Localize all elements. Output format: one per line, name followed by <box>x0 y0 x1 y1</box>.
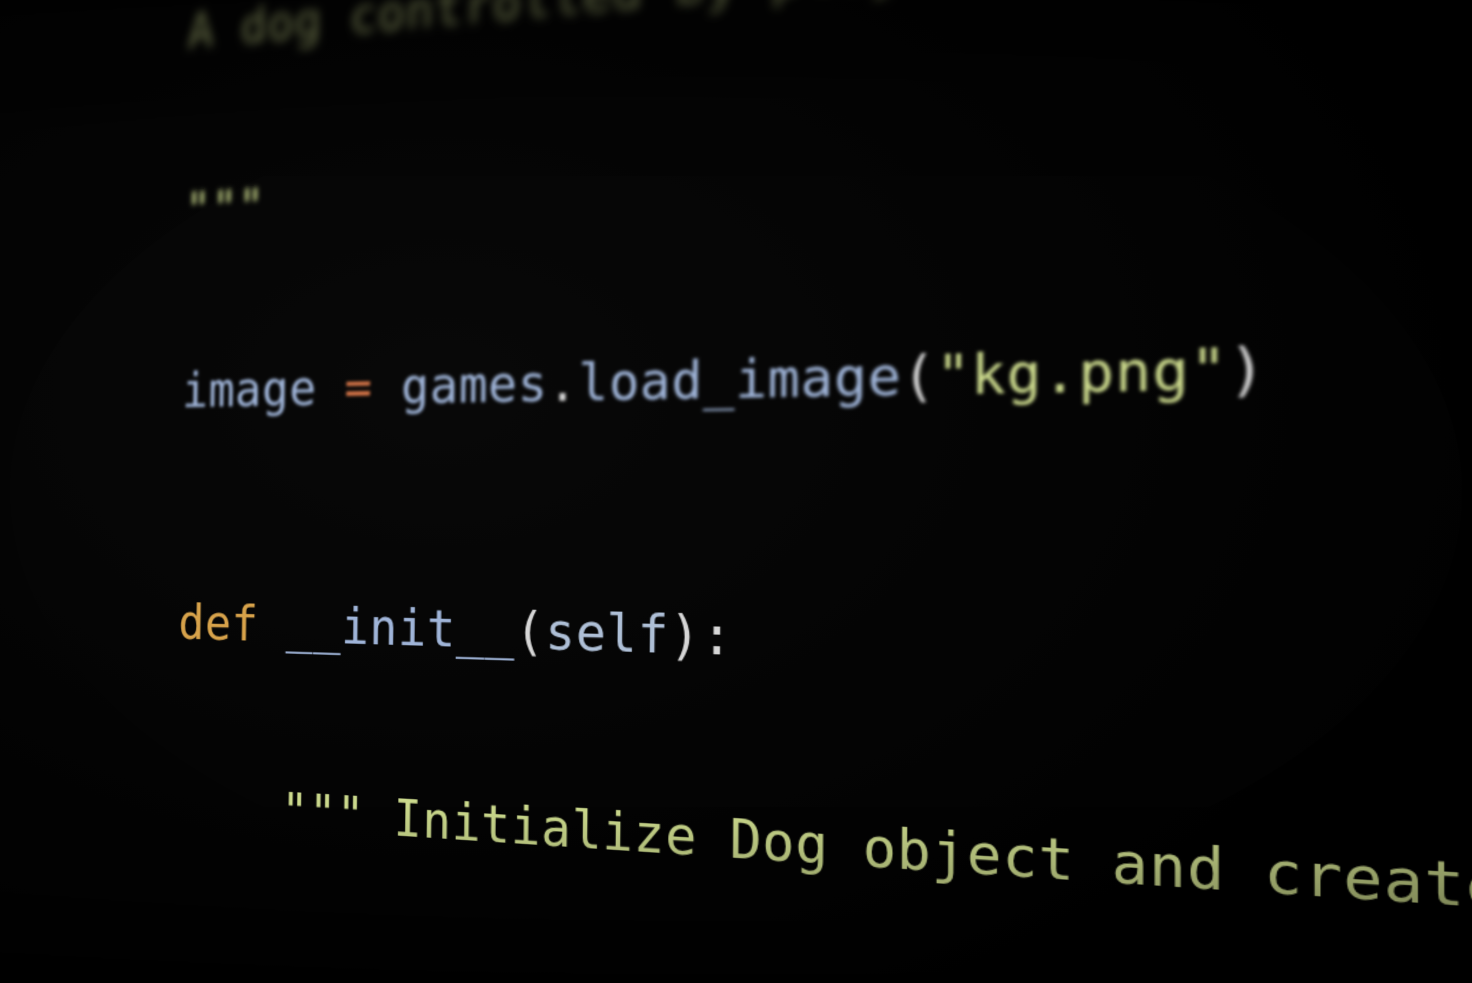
docstring-text: A dog controlled by player to <box>187 0 1079 59</box>
operator-equals: = <box>344 357 373 416</box>
keyword-def: def <box>178 593 286 653</box>
docstring-close: """ <box>185 178 266 239</box>
builtin-super: super <box>278 968 420 983</box>
string-literal: "kg.png" <box>936 335 1228 407</box>
paren-open: ( <box>515 600 546 661</box>
keyword-self: self <box>545 601 669 666</box>
identifier: games <box>372 353 548 416</box>
paren-colon: ): <box>669 603 734 667</box>
paren-open: ( <box>902 343 937 408</box>
function-name: __init__ <box>285 596 515 661</box>
code-area: A dog controlled by player to """ image … <box>0 0 1472 983</box>
paren-close: ) <box>1228 334 1267 403</box>
code-editor-photo: A dog controlled by player to """ image … <box>0 0 1472 983</box>
identifier: image <box>182 358 345 418</box>
function-name: load_image <box>578 344 902 413</box>
dot: . <box>548 352 579 413</box>
